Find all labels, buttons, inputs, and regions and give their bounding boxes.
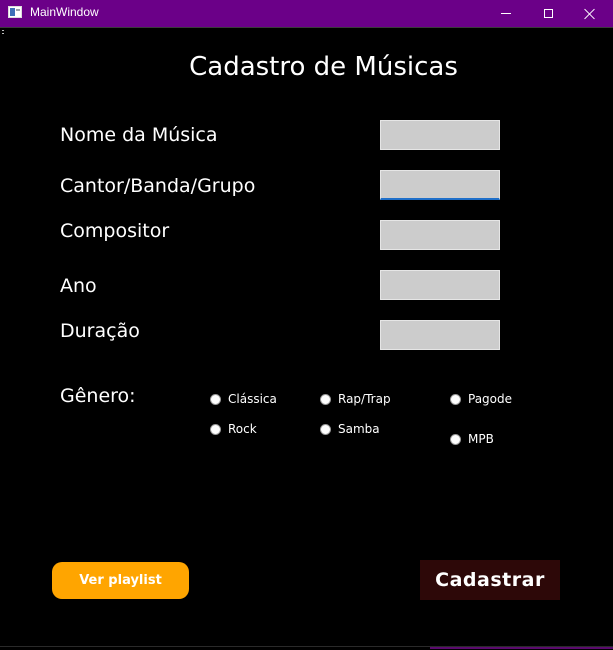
radio-circle-icon[interactable] [320,393,331,405]
label-duration: Duração [60,320,140,342]
window-bottom-accent [430,647,613,649]
maximize-button[interactable] [525,0,571,27]
composer-input[interactable] [380,220,500,250]
radio-label: Clássica [228,392,277,406]
radio-label: Pagode [468,392,513,406]
radio-circle-icon[interactable] [320,423,331,435]
toolbar-grip-icon[interactable] [2,30,4,36]
radio-pagode[interactable]: Pagode [450,392,512,406]
radio-rap-trap[interactable]: Rap/Trap [320,392,391,406]
radio-rock[interactable]: Rock [210,422,257,436]
close-button[interactable] [567,0,613,27]
view-playlist-button[interactable]: Ver playlist [52,562,189,599]
label-composer: Compositor [60,220,170,242]
app-window-icon [8,6,22,18]
duration-input[interactable] [380,320,500,350]
radio-classica[interactable]: Clássica [210,392,277,406]
minimize-button[interactable] [483,0,529,27]
submit-button[interactable]: Cadastrar [420,560,560,600]
radio-circle-icon[interactable] [450,433,461,445]
song-name-input[interactable] [380,120,500,150]
radio-samba[interactable]: Samba [320,422,380,436]
radio-label: Rap/Trap [338,392,391,406]
artist-input[interactable] [380,170,500,200]
page-title: Cadastro de Músicas [189,52,458,82]
radio-mpb[interactable]: MPB [450,432,494,446]
close-icon [584,8,596,20]
radio-label: MPB [468,432,494,446]
label-song-name: Nome da Música [60,124,218,146]
radio-circle-icon[interactable] [450,393,461,405]
genre-label: Gênero: [60,385,136,407]
year-input[interactable] [380,270,500,300]
main-window: MainWindow Cadastro de Músicas Nome da M… [0,0,613,650]
radio-circle-icon[interactable] [210,423,221,435]
window-title: MainWindow [30,5,99,19]
radio-label: Samba [338,422,380,436]
maximize-icon [543,9,553,18]
title-bar[interactable]: MainWindow [0,0,613,28]
radio-label: Rock [228,422,257,436]
label-artist: Cantor/Banda/Grupo [60,175,256,197]
minimize-icon [501,13,511,14]
label-year: Ano [60,275,97,297]
radio-circle-icon[interactable] [210,393,221,405]
